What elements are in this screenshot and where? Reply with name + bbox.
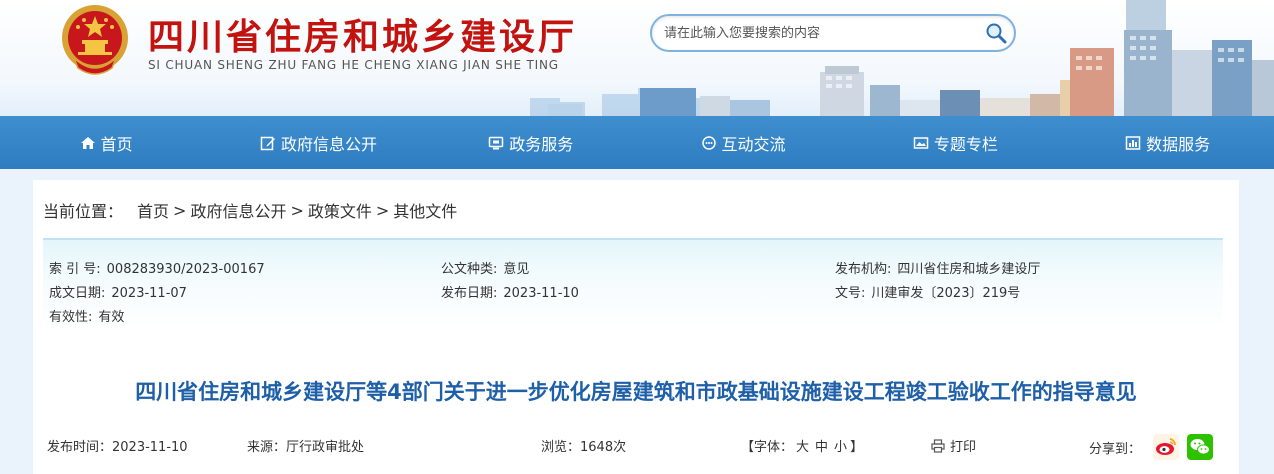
meta-created-date: 成文日期: 2023-11-07 — [49, 282, 187, 301]
view-count-label: 浏览： — [541, 440, 581, 455]
nav-item-label: 专题专栏 — [933, 134, 998, 154]
breadcrumb-separator: > — [375, 200, 390, 220]
breadcrumb-separator: > — [173, 200, 187, 220]
nav-item-label: 数据服务 — [1146, 134, 1211, 154]
nav-item-data-services[interactable]: 数据服务 — [1061, 116, 1273, 169]
meta-validity: 有效性: 有效 — [49, 306, 124, 325]
meta-key: 公文种类: — [441, 262, 498, 277]
source: 来源：厅行政审批处 — [247, 436, 364, 455]
nav-item-interaction[interactable]: 互动交流 — [637, 116, 849, 169]
breadcrumb-item-home[interactable]: 首页 — [137, 198, 169, 222]
search-bar — [650, 14, 1016, 52]
meta-value: 2023-11-07 — [111, 286, 187, 301]
meta-value: 意见 — [503, 262, 530, 277]
document-title: 四川省住房和城乡建设厅等4部门关于进一步优化房屋建筑和市政基础设施建设工程竣工验… — [135, 380, 1137, 404]
meta-key: 文号: — [835, 286, 866, 301]
breadcrumb-item-other-docs[interactable]: 其他文件 — [393, 198, 457, 222]
meta-value: 四川省住房和城乡建设厅 — [897, 262, 1041, 277]
nav-item-label: 政务服务 — [509, 134, 574, 154]
site-title[interactable]: 四川省住房和城乡建设厅 — [148, 8, 577, 60]
share-wechat-button[interactable] — [1187, 434, 1214, 460]
chat-icon — [701, 135, 716, 150]
breadcrumb-item-policy-docs[interactable]: 政策文件 — [308, 198, 372, 222]
main-navigation: 首页 政府信息公开 政务服务 互动交流 专题专栏 数据服务 — [0, 116, 1274, 169]
nav-item-home[interactable]: 首页 — [0, 116, 212, 169]
source-value: 厅行政审批处 — [286, 440, 365, 455]
print-button[interactable]: 打印 — [931, 436, 976, 455]
meta-value: 008283930/2023-00167 — [106, 262, 265, 277]
nav-item-gov-services[interactable]: 政务服务 — [425, 116, 637, 169]
chart-icon — [1125, 135, 1141, 150]
view-count: 浏览：1648次 — [541, 436, 626, 455]
meta-published-date: 发布日期: 2023-11-10 — [441, 282, 579, 301]
image-icon — [913, 136, 929, 149]
meta-publisher: 发布机构: 四川省住房和城乡建设厅 — [835, 258, 1040, 277]
site-header: 四川省住房和城乡建设厅 SI CHUAN SHENG ZHU FANG HE C… — [0, 0, 1274, 116]
meta-value: 有效 — [98, 310, 125, 325]
monitor-icon — [488, 136, 504, 149]
publish-time: 发布时间：2023-11-10 — [47, 436, 188, 455]
search-icon — [986, 23, 1007, 44]
nav-item-label: 首页 — [100, 134, 133, 154]
site-subtitle: SI CHUAN SHENG ZHU FANG HE CHENG XIANG J… — [148, 58, 559, 72]
font-size-open: 【字体： — [741, 440, 794, 455]
document-metadata: 索 引 号: 008283930/2023-00167 公文种类: 意见 发布机构:… — [43, 238, 1223, 330]
share-label: 分享到： — [1089, 441, 1142, 457]
nav-item-label: 互动交流 — [721, 134, 786, 154]
meta-key: 成文日期: — [49, 286, 106, 301]
share-weibo-button[interactable] — [1153, 434, 1180, 460]
publish-time-value: 2023-11-10 — [112, 440, 188, 455]
printer-icon — [931, 438, 945, 453]
meta-key: 有效性: — [49, 310, 93, 325]
breadcrumb-separator: > — [290, 200, 304, 220]
weibo-icon — [1153, 434, 1180, 460]
font-size-large-button[interactable]: 大 — [796, 440, 809, 455]
font-size-medium-button[interactable]: 中 — [815, 440, 828, 455]
nav-item-label: 政府信息公开 — [280, 134, 377, 154]
source-label: 来源： — [247, 440, 287, 455]
national-emblem-logo — [62, 5, 128, 75]
home-icon — [80, 136, 95, 149]
share-bar: 分享到： — [1089, 434, 1214, 460]
edit-icon — [260, 136, 275, 150]
meta-doc-type: 公文种类: 意见 — [441, 258, 529, 277]
font-size-close: 】 — [850, 440, 864, 455]
meta-key: 索 引 号: — [49, 262, 101, 277]
meta-key: 发布机构: — [835, 262, 892, 277]
meta-value: 2023-11-10 — [503, 286, 579, 301]
article-card: 当前位置： 首页 > 政府信息公开 > 政策文件 > 其他文件 索 引 号: 00… — [33, 180, 1239, 474]
meta-value: 川建审发〔2023〕219号 — [871, 286, 1021, 301]
meta-index-number: 索 引 号: 008283930/2023-00167 — [49, 258, 265, 277]
nav-item-special-topics[interactable]: 专题专栏 — [849, 116, 1061, 169]
print-label: 打印 — [950, 440, 977, 455]
breadcrumb-item-gov-info[interactable]: 政府信息公开 — [190, 198, 286, 222]
breadcrumb: 当前位置： 首页 > 政府信息公开 > 政策文件 > 其他文件 — [43, 198, 457, 222]
search-input[interactable] — [652, 16, 978, 50]
nav-item-gov-info[interactable]: 政府信息公开 — [212, 116, 424, 169]
wechat-icon — [1187, 434, 1214, 460]
publish-time-label: 发布时间： — [47, 440, 113, 455]
view-count-value: 1648次 — [580, 440, 627, 455]
meta-document-number: 文号: 川建审发〔2023〕219号 — [835, 282, 1020, 301]
font-size-selector: 【字体：大中小】 — [741, 436, 863, 455]
font-size-small-button[interactable]: 小 — [834, 440, 847, 455]
breadcrumb-label: 当前位置： — [43, 202, 124, 221]
search-button[interactable] — [978, 16, 1014, 50]
meta-key: 发布日期: — [441, 286, 498, 301]
